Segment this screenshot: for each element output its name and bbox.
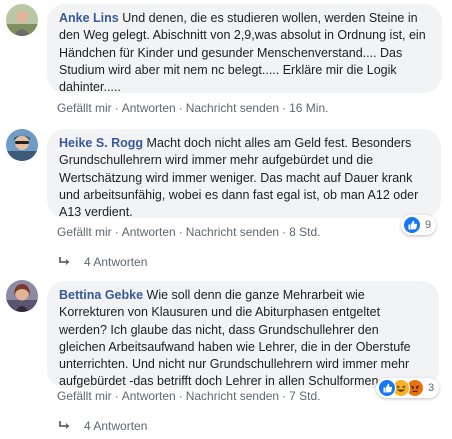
timestamp-link[interactable]: 16 Min. [289, 101, 328, 115]
comment-author[interactable]: Anke Lins [59, 11, 119, 25]
timestamp-link[interactable]: 8 Std. [289, 225, 320, 239]
reactions-summary[interactable]: 3 [376, 378, 440, 398]
reply-link[interactable]: Antworten [122, 389, 176, 403]
separator: · [178, 101, 183, 115]
comment-actions: Gefällt mir · Antworten · Nachricht senden · 1… [57, 101, 328, 115]
comment-author[interactable]: Bettina Gebke [59, 288, 143, 302]
reply-arrow-icon [58, 255, 76, 269]
separator: · [178, 389, 183, 403]
send-message-link[interactable]: Nachricht senden [186, 389, 279, 403]
like-icon [403, 216, 421, 234]
comment-author[interactable]: Heike S. Rogg [59, 136, 143, 150]
like-link[interactable]: Gefällt mir [57, 225, 112, 239]
reaction-count: 9 [425, 219, 432, 231]
separator: · [114, 225, 119, 239]
replies-count-label[interactable]: 4 Antworten [76, 255, 147, 269]
separator: · [282, 101, 287, 115]
view-replies[interactable]: 4 Antworten [58, 419, 147, 433]
comment-bubble: Bettina Gebke Wie soll denn die ganze Me… [47, 281, 439, 388]
separator: · [114, 101, 119, 115]
reactions-summary[interactable]: 9 [401, 215, 437, 235]
separator: · [114, 389, 119, 403]
replies-count-label[interactable]: 4 Antworten [76, 419, 147, 433]
separator: · [282, 389, 287, 403]
separator: · [178, 225, 183, 239]
like-link[interactable]: Gefällt mir [57, 389, 112, 403]
view-replies[interactable]: 4 Antworten [58, 255, 147, 269]
avatar[interactable] [6, 4, 38, 36]
comment-actions: Gefällt mir · Antworten · Nachricht senden · 8… [57, 225, 320, 239]
avatar[interactable] [6, 280, 38, 312]
avatar[interactable] [6, 129, 38, 161]
timestamp-link[interactable]: 7 Std. [289, 389, 320, 403]
reply-arrow-icon [58, 419, 76, 433]
reply-link[interactable]: Antworten [122, 101, 176, 115]
comment-bubble: Anke Lins Und denen, die es studieren wo… [47, 4, 442, 94]
separator: · [282, 225, 287, 239]
comment-bubble: Heike S. Rogg Macht doch nicht alles am … [47, 129, 441, 219]
comment-actions: Gefällt mir · Antworten · Nachricht senden · 7… [57, 389, 320, 403]
comment-text: Wie soll denn die ganze Mehrarbeit wie K… [59, 288, 411, 389]
reply-link[interactable]: Antworten [122, 225, 176, 239]
send-message-link[interactable]: Nachricht senden [186, 225, 279, 239]
like-icon [378, 379, 396, 397]
reaction-count: 3 [428, 382, 435, 394]
send-message-link[interactable]: Nachricht senden [186, 101, 279, 115]
like-link[interactable]: Gefällt mir [57, 101, 112, 115]
